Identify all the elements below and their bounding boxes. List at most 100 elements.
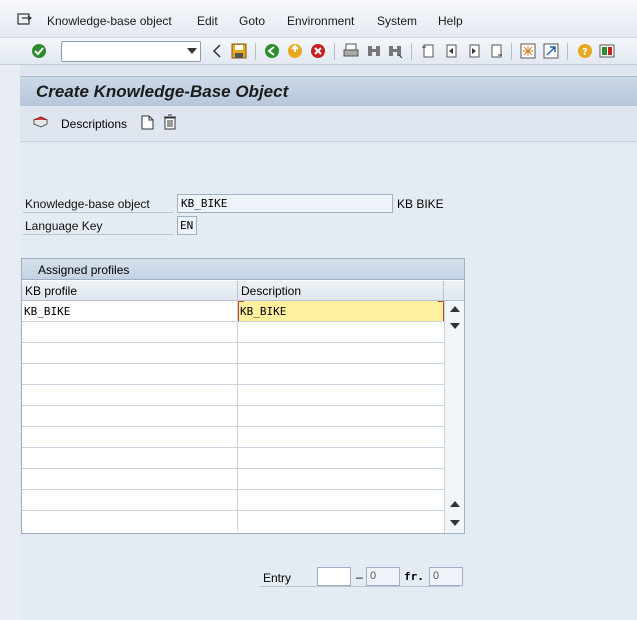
table-row[interactable]	[22, 406, 444, 427]
toolbar-separator	[511, 43, 512, 60]
description-cell[interactable]	[238, 511, 444, 531]
new-session-icon[interactable]	[519, 42, 537, 60]
menu-icon[interactable]	[17, 13, 33, 27]
entry-total-field: 0	[429, 567, 463, 586]
table-row[interactable]	[22, 322, 444, 343]
entry-label: Entry	[263, 571, 292, 585]
table-title: Assigned profiles	[38, 263, 130, 277]
application-toolbar: Descriptions	[20, 106, 637, 142]
left-strip	[0, 65, 20, 620]
trash-icon[interactable]	[163, 114, 177, 133]
kb-object-label: Knowledge-base object	[25, 197, 150, 211]
description-cell[interactable]	[238, 385, 444, 405]
column-header-description[interactable]: Description	[238, 281, 444, 301]
find-next-icon[interactable]	[386, 42, 404, 60]
description-cell[interactable]	[238, 406, 444, 426]
command-field[interactable]	[61, 41, 201, 62]
title-band: Create Knowledge-Base Object	[20, 76, 637, 106]
table-row[interactable]	[22, 427, 444, 448]
next-page-icon[interactable]	[465, 42, 483, 60]
toolbar-separator	[255, 43, 256, 60]
previous-page-icon[interactable]	[442, 42, 460, 60]
help-icon[interactable]: ?	[576, 42, 594, 60]
shortcut-icon[interactable]	[542, 42, 560, 60]
description-cell[interactable]	[238, 448, 444, 468]
chevron-down-icon[interactable]	[187, 48, 197, 54]
menu-edit[interactable]: Edit	[197, 14, 218, 28]
kb-profile-cell[interactable]	[22, 343, 238, 363]
menu-bar: Knowledge-base object Edit Goto Environm…	[0, 0, 637, 38]
assigned-profiles-table: Assigned profiles KB profile Description…	[21, 258, 465, 534]
kb-profile-cell[interactable]	[22, 511, 238, 531]
table-row[interactable]	[22, 490, 444, 511]
svg-text:?: ?	[582, 47, 588, 58]
menu-help[interactable]: Help	[438, 14, 463, 28]
standard-toolbar: ?	[0, 38, 637, 65]
kb-object-description: KB BIKE	[397, 197, 444, 211]
toolbar-separator	[411, 43, 412, 60]
menu-knowledge-base-object[interactable]: Knowledge-base object	[47, 14, 172, 28]
kb-profile-cell[interactable]	[22, 364, 238, 384]
kb-profile-cell[interactable]	[22, 469, 238, 489]
table-row[interactable]: KB_BIKE KB_BIKE	[22, 301, 444, 322]
description-cell[interactable]	[238, 364, 444, 384]
back-arrow-icon[interactable]	[208, 42, 226, 60]
entry-dash: –	[356, 570, 363, 584]
description-cell[interactable]	[238, 427, 444, 447]
description-cell[interactable]	[238, 322, 444, 342]
table-row[interactable]	[22, 469, 444, 490]
entry-field[interactable]	[317, 567, 351, 586]
table-row[interactable]	[22, 511, 444, 532]
kb-profile-cell[interactable]	[22, 448, 238, 468]
kb-profile-cell[interactable]	[22, 406, 238, 426]
table-title-bar: Assigned profiles	[22, 259, 464, 280]
entry-fr-label: fr.	[404, 570, 424, 583]
toolbar-separator	[567, 43, 568, 60]
kb-profile-cell[interactable]	[22, 490, 238, 510]
table-row[interactable]	[22, 343, 444, 364]
column-settings-button[interactable]	[444, 281, 464, 301]
exit-icon[interactable]	[286, 42, 304, 60]
menu-system[interactable]: System	[377, 14, 417, 28]
scroll-down-icon[interactable]	[450, 323, 460, 329]
print-icon[interactable]	[342, 42, 360, 60]
scroll-up-icon[interactable]	[450, 501, 460, 507]
page-title: Create Knowledge-Base Object	[36, 82, 289, 101]
customize-layout-icon[interactable]	[598, 42, 616, 60]
description-cell[interactable]	[238, 469, 444, 489]
table-row[interactable]	[22, 448, 444, 469]
descriptions-icon[interactable]	[32, 115, 49, 133]
scroll-up-icon[interactable]	[450, 306, 460, 312]
description-cell[interactable]: KB_BIKE	[238, 301, 444, 321]
last-page-icon[interactable]	[487, 42, 505, 60]
back-icon[interactable]	[263, 42, 281, 60]
table-row[interactable]	[22, 385, 444, 406]
menu-environment[interactable]: Environment	[287, 14, 354, 28]
language-key-field[interactable]: EN	[177, 216, 197, 235]
kb-profile-cell[interactable]	[22, 322, 238, 342]
field-underline	[23, 212, 173, 213]
find-icon[interactable]	[365, 42, 383, 60]
enter-check-icon[interactable]	[30, 42, 48, 60]
vertical-scrollbar[interactable]	[444, 301, 464, 533]
scroll-down-icon[interactable]	[450, 520, 460, 526]
column-header-kb-profile[interactable]: KB profile	[22, 281, 238, 301]
save-icon[interactable]	[230, 42, 248, 60]
first-page-icon[interactable]	[419, 42, 437, 60]
entry-underline	[260, 586, 460, 587]
toolbar-separator	[334, 43, 335, 60]
menu-goto[interactable]: Goto	[239, 14, 265, 28]
kb-profile-cell[interactable]	[22, 385, 238, 405]
description-cell[interactable]	[238, 343, 444, 363]
entry-from-field: 0	[366, 567, 400, 586]
descriptions-button[interactable]: Descriptions	[61, 117, 127, 131]
field-underline	[23, 234, 173, 235]
language-key-label: Language Key	[25, 219, 103, 233]
cancel-icon[interactable]	[309, 42, 327, 60]
kb-object-field[interactable]: KB_BIKE	[177, 194, 393, 213]
description-cell[interactable]	[238, 490, 444, 510]
kb-profile-cell[interactable]: KB_BIKE	[22, 301, 238, 321]
table-row[interactable]	[22, 364, 444, 385]
new-document-icon[interactable]	[141, 115, 154, 133]
kb-profile-cell[interactable]	[22, 427, 238, 447]
